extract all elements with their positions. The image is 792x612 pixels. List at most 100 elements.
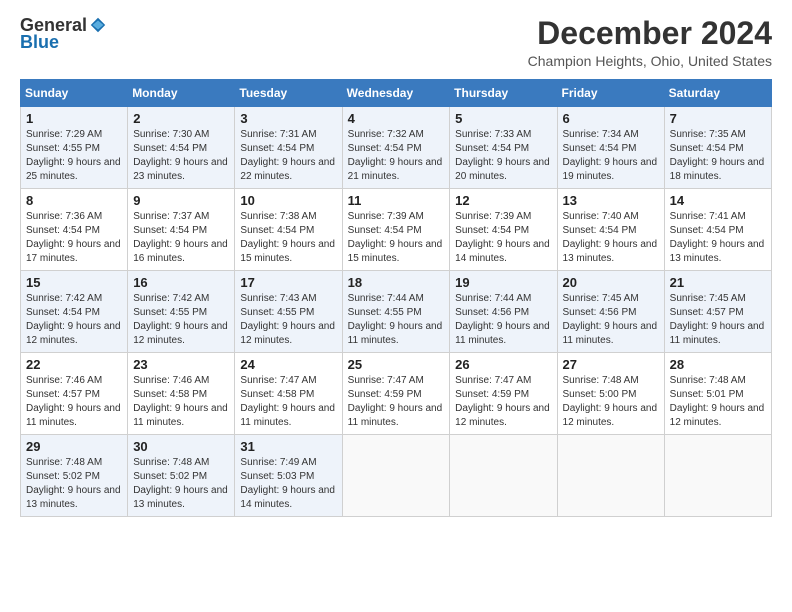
day-info: Sunrise: 7:33 AMSunset: 4:54 PMDaylight:…: [455, 128, 551, 184]
logo-icon: [89, 16, 107, 34]
calendar-week-row: 1Sunrise: 7:29 AMSunset: 4:55 PMDaylight…: [21, 107, 772, 189]
day-number: 10: [240, 193, 336, 208]
day-number: 2: [133, 111, 229, 126]
day-number: 28: [670, 357, 766, 372]
calendar-cell: 17 Sunrise: 7:43 AMSunset: 4:55 PMDayligh…: [235, 271, 342, 353]
calendar-cell: 7 Sunrise: 7:35 AMSunset: 4:54 PMDaylight…: [664, 107, 771, 189]
day-info: Sunrise: 7:47 AMSunset: 4:58 PMDaylight:…: [240, 374, 336, 430]
page-header: General Blue December 2024 Champion Heig…: [20, 16, 772, 69]
logo: General Blue: [20, 16, 107, 53]
day-info: Sunrise: 7:36 AMSunset: 4:54 PMDaylight:…: [26, 210, 122, 266]
day-number: 14: [670, 193, 766, 208]
title-block: December 2024 Champion Heights, Ohio, Un…: [528, 16, 772, 69]
calendar-cell: 20 Sunrise: 7:45 AMSunset: 4:56 PMDayligh…: [557, 271, 664, 353]
calendar-cell: 24 Sunrise: 7:47 AMSunset: 4:58 PMDayligh…: [235, 353, 342, 435]
day-info: Sunrise: 7:49 AMSunset: 5:03 PMDaylight:…: [240, 456, 336, 512]
day-number: 29: [26, 439, 122, 454]
calendar-cell: [557, 435, 664, 517]
day-number: 24: [240, 357, 336, 372]
col-header-saturday: Saturday: [664, 80, 771, 107]
calendar-table: SundayMondayTuesdayWednesdayThursdayFrid…: [20, 79, 772, 517]
calendar-cell: 3Sunrise: 7:31 AMSunset: 4:54 PMDaylight…: [235, 107, 342, 189]
calendar-cell: 1Sunrise: 7:29 AMSunset: 4:55 PMDaylight…: [21, 107, 128, 189]
day-info: Sunrise: 7:39 AMSunset: 4:54 PMDaylight:…: [455, 210, 551, 266]
day-info: Sunrise: 7:42 AMSunset: 4:54 PMDaylight:…: [26, 292, 122, 348]
day-info: Sunrise: 7:46 AMSunset: 4:58 PMDaylight:…: [133, 374, 229, 430]
day-number: 12: [455, 193, 551, 208]
col-header-tuesday: Tuesday: [235, 80, 342, 107]
day-number: 26: [455, 357, 551, 372]
col-header-wednesday: Wednesday: [342, 80, 450, 107]
day-number: 17: [240, 275, 336, 290]
day-info: Sunrise: 7:37 AMSunset: 4:54 PMDaylight:…: [133, 210, 229, 266]
day-number: 31: [240, 439, 336, 454]
calendar-cell: 4 Sunrise: 7:32 AMSunset: 4:54 PMDaylight…: [342, 107, 450, 189]
calendar-cell: 10Sunrise: 7:38 AMSunset: 4:54 PMDayligh…: [235, 189, 342, 271]
day-info: Sunrise: 7:45 AMSunset: 4:57 PMDaylight:…: [670, 292, 766, 348]
day-info: Sunrise: 7:29 AMSunset: 4:55 PMDaylight:…: [26, 128, 122, 184]
day-number: 8: [26, 193, 122, 208]
calendar-cell: 9 Sunrise: 7:37 AMSunset: 4:54 PMDaylight…: [128, 189, 235, 271]
day-info: Sunrise: 7:48 AMSunset: 5:02 PMDaylight:…: [26, 456, 122, 512]
day-number: 21: [670, 275, 766, 290]
calendar-cell: [450, 435, 557, 517]
day-number: 16: [133, 275, 229, 290]
location: Champion Heights, Ohio, United States: [528, 53, 772, 69]
calendar-cell: 23 Sunrise: 7:46 AMSunset: 4:58 PMDayligh…: [128, 353, 235, 435]
calendar-cell: 26Sunrise: 7:47 AMSunset: 4:59 PMDayligh…: [450, 353, 557, 435]
day-info: Sunrise: 7:43 AMSunset: 4:55 PMDaylight:…: [240, 292, 336, 348]
col-header-friday: Friday: [557, 80, 664, 107]
day-number: 15: [26, 275, 122, 290]
day-info: Sunrise: 7:41 AMSunset: 4:54 PMDaylight:…: [670, 210, 766, 266]
day-info: Sunrise: 7:45 AMSunset: 4:56 PMDaylight:…: [563, 292, 659, 348]
day-number: 5: [455, 111, 551, 126]
day-info: Sunrise: 7:32 AMSunset: 4:54 PMDaylight:…: [348, 128, 445, 184]
day-info: Sunrise: 7:44 AMSunset: 4:55 PMDaylight:…: [348, 292, 445, 348]
day-info: Sunrise: 7:40 AMSunset: 4:54 PMDaylight:…: [563, 210, 659, 266]
calendar-cell: 12 Sunrise: 7:39 AMSunset: 4:54 PMDayligh…: [450, 189, 557, 271]
day-info: Sunrise: 7:34 AMSunset: 4:54 PMDaylight:…: [563, 128, 659, 184]
logo-blue-text: Blue: [20, 32, 59, 53]
calendar-cell: 19 Sunrise: 7:44 AMSunset: 4:56 PMDayligh…: [450, 271, 557, 353]
calendar-week-row: 15 Sunrise: 7:42 AMSunset: 4:54 PMDayligh…: [21, 271, 772, 353]
calendar-cell: 2 Sunrise: 7:30 AMSunset: 4:54 PMDaylight…: [128, 107, 235, 189]
day-info: Sunrise: 7:35 AMSunset: 4:54 PMDaylight:…: [670, 128, 766, 184]
day-info: Sunrise: 7:42 AMSunset: 4:55 PMDaylight:…: [133, 292, 229, 348]
day-number: 4: [348, 111, 445, 126]
day-number: 6: [563, 111, 659, 126]
calendar-cell: 15 Sunrise: 7:42 AMSunset: 4:54 PMDayligh…: [21, 271, 128, 353]
calendar-cell: 18 Sunrise: 7:44 AMSunset: 4:55 PMDayligh…: [342, 271, 450, 353]
calendar-cell: [664, 435, 771, 517]
day-number: 20: [563, 275, 659, 290]
calendar-cell: 5 Sunrise: 7:33 AMSunset: 4:54 PMDaylight…: [450, 107, 557, 189]
day-number: 9: [133, 193, 229, 208]
calendar-cell: 29 Sunrise: 7:48 AMSunset: 5:02 PMDayligh…: [21, 435, 128, 517]
day-info: Sunrise: 7:48 AMSunset: 5:00 PMDaylight:…: [563, 374, 659, 430]
day-number: 19: [455, 275, 551, 290]
calendar-cell: 8 Sunrise: 7:36 AMSunset: 4:54 PMDaylight…: [21, 189, 128, 271]
day-number: 30: [133, 439, 229, 454]
calendar-cell: 22Sunrise: 7:46 AMSunset: 4:57 PMDayligh…: [21, 353, 128, 435]
day-info: Sunrise: 7:31 AMSunset: 4:54 PMDaylight:…: [240, 128, 336, 184]
calendar-cell: 6 Sunrise: 7:34 AMSunset: 4:54 PMDaylight…: [557, 107, 664, 189]
calendar-cell: 11Sunrise: 7:39 AMSunset: 4:54 PMDayligh…: [342, 189, 450, 271]
day-number: 22: [26, 357, 122, 372]
day-info: Sunrise: 7:47 AMSunset: 4:59 PMDaylight:…: [348, 374, 445, 430]
calendar-cell: 27Sunrise: 7:48 AMSunset: 5:00 PMDayligh…: [557, 353, 664, 435]
calendar-cell: 31 Sunrise: 7:49 AMSunset: 5:03 PMDayligh…: [235, 435, 342, 517]
calendar-week-row: 29 Sunrise: 7:48 AMSunset: 5:02 PMDayligh…: [21, 435, 772, 517]
calendar-cell: 28 Sunrise: 7:48 AMSunset: 5:01 PMDayligh…: [664, 353, 771, 435]
calendar-cell: 13Sunrise: 7:40 AMSunset: 4:54 PMDayligh…: [557, 189, 664, 271]
col-header-monday: Monday: [128, 80, 235, 107]
day-info: Sunrise: 7:44 AMSunset: 4:56 PMDaylight:…: [455, 292, 551, 348]
day-info: Sunrise: 7:48 AMSunset: 5:01 PMDaylight:…: [670, 374, 766, 430]
calendar-cell: [342, 435, 450, 517]
day-number: 25: [348, 357, 445, 372]
calendar-header-row: SundayMondayTuesdayWednesdayThursdayFrid…: [21, 80, 772, 107]
day-number: 18: [348, 275, 445, 290]
day-info: Sunrise: 7:30 AMSunset: 4:54 PMDaylight:…: [133, 128, 229, 184]
col-header-sunday: Sunday: [21, 80, 128, 107]
day-number: 23: [133, 357, 229, 372]
month-title: December 2024: [528, 16, 772, 51]
day-number: 7: [670, 111, 766, 126]
